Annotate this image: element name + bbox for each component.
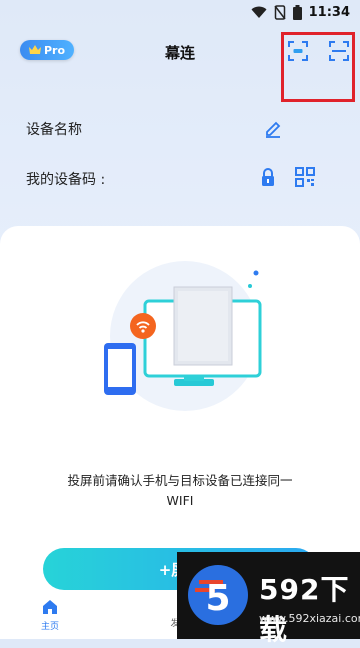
tab-home-label: 主页: [40, 622, 59, 632]
status-icons: 11:34: [251, 5, 350, 20]
screen-cast-illustration: [104, 261, 262, 411]
watermark-logo-icon: 5: [188, 565, 248, 625]
qr-code-icon[interactable]: [295, 167, 315, 187]
watermark-url: www.592xiazai.com: [259, 612, 360, 625]
lock-icon[interactable]: [258, 167, 278, 187]
battery-icon: [292, 5, 302, 20]
status-bar: 11:34: [0, 0, 360, 26]
svg-text:5: 5: [205, 578, 230, 619]
wifi-icon: [251, 6, 267, 18]
device-code-label: 我的设备码 :: [26, 172, 106, 188]
home-icon: [43, 600, 57, 614]
wifi-hint-line-2: WIFI: [166, 493, 194, 508]
highlight-box: [281, 32, 355, 102]
status-time: 11:34: [308, 5, 350, 20]
edit-icon[interactable]: [263, 118, 283, 138]
device-name-label: 设备名称: [26, 122, 82, 138]
tab-home[interactable]: 主页: [20, 598, 80, 632]
wifi-hint: 投屏前请确认手机与目标设备已连接同一 WIFI: [40, 471, 320, 511]
no-sim-icon: [274, 5, 286, 20]
watermark-title: 592下载: [259, 573, 350, 646]
wifi-hint-line-1: 投屏前请确认手机与目标设备已连接同一: [67, 473, 293, 488]
watermark-overlay: 5 592下载 www.592xiazai.com: [177, 552, 360, 646]
